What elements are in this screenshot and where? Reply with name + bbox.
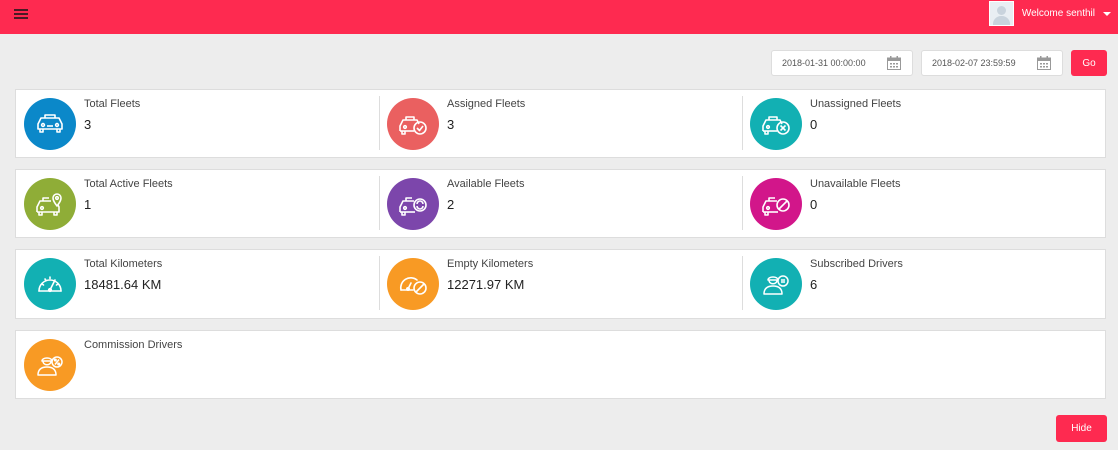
fleet-availability-panel: Total Active Fleets 1 Available Fleets 2… <box>15 169 1106 238</box>
driver-commission-icon <box>37 356 63 376</box>
commission-drivers-circle <box>24 339 76 391</box>
assigned-fleets-label: Assigned Fleets <box>447 98 526 110</box>
stat-total-kilometers: Total Kilometers 18481.64 KM <box>16 250 379 318</box>
stat-available-fleets: Available Fleets 2 <box>379 170 742 238</box>
total-fleets-label: Total Fleets <box>84 98 141 110</box>
unavailable-fleets-circle <box>750 178 802 230</box>
total-active-fleets-label: Total Active Fleets <box>84 178 173 190</box>
car-x-icon <box>762 116 790 135</box>
stat-assigned-fleets: Assigned Fleets 3 <box>379 90 742 158</box>
calendar-icon[interactable] <box>886 55 902 71</box>
commission-drivers-label: Commission Drivers <box>84 339 183 351</box>
speedometer-icon <box>38 276 62 293</box>
stat-subscribed-drivers: Subscribed Drivers 6 <box>742 250 1105 318</box>
total-active-fleets-circle <box>24 178 76 230</box>
hide-button[interactable]: Hide <box>1056 415 1107 442</box>
avatar[interactable] <box>988 1 1014 26</box>
start-date-input[interactable]: 2018-01-31 00:00:00 <box>771 50 913 76</box>
stat-unassigned-fleets: Unassigned Fleets 0 <box>742 90 1105 158</box>
car-check-icon <box>399 116 427 135</box>
stat-total-active-fleets: Total Active Fleets 1 <box>16 170 379 238</box>
subscribed-drivers-circle <box>750 258 802 310</box>
total-kilometers-circle <box>24 258 76 310</box>
unavailable-fleets-value: 0 <box>810 197 818 212</box>
stat-total-fleets: Total Fleets 3 <box>16 90 379 158</box>
empty-kilometers-value: 12271.97 KM <box>447 277 525 292</box>
total-active-fleets-value: 1 <box>84 197 92 212</box>
fleet-status-panel: Total Fleets 3 Assigned Fleets 3 Unassig… <box>15 89 1106 158</box>
kilometers-drivers-panel: Total Kilometers 18481.64 KM Empty Kilom… <box>15 249 1106 319</box>
empty-kilometers-label: Empty Kilometers <box>447 258 534 270</box>
unavailable-fleets-label: Unavailable Fleets <box>810 178 901 190</box>
assigned-fleets-value: 3 <box>447 117 455 132</box>
go-button[interactable]: Go <box>1071 50 1107 76</box>
total-fleets-value: 3 <box>84 117 92 132</box>
commission-panel: Commission Drivers <box>15 330 1106 399</box>
menu-icon[interactable] <box>14 9 28 21</box>
top-bar: Welcome senthil <box>0 0 1118 34</box>
stat-unavailable-fleets: Unavailable Fleets 0 <box>742 170 1105 238</box>
unassigned-fleets-label: Unassigned Fleets <box>810 98 902 110</box>
unassigned-fleets-value: 0 <box>810 117 818 132</box>
stat-commission-drivers: Commission Drivers <box>16 331 379 399</box>
unassigned-fleets-circle <box>750 98 802 150</box>
car-location-icon <box>36 193 62 216</box>
total-fleets-circle <box>24 98 76 150</box>
total-kilometers-value: 18481.64 KM <box>84 277 162 292</box>
stat-empty-kilometers: Empty Kilometers 12271.97 KM <box>379 250 742 318</box>
assigned-fleets-circle <box>387 98 439 150</box>
welcome-text[interactable]: Welcome senthil <box>1022 8 1095 19</box>
caret-down-icon[interactable] <box>1103 11 1111 16</box>
driver-subscription-icon <box>763 275 789 295</box>
start-date-value[interactable]: 2018-01-31 00:00:00 <box>782 58 886 68</box>
empty-kilometers-circle <box>387 258 439 310</box>
available-fleets-value: 2 <box>447 197 455 212</box>
calendar-icon[interactable] <box>1036 55 1052 71</box>
available-fleets-label: Available Fleets <box>447 178 525 190</box>
speedometer-blocked-icon <box>399 277 427 295</box>
total-kilometers-label: Total Kilometers <box>84 258 163 270</box>
car-icon <box>37 114 63 133</box>
subscribed-drivers-value: 6 <box>810 277 818 292</box>
user-menu[interactable]: Welcome senthil <box>988 0 1118 27</box>
car-refresh-icon <box>399 197 427 216</box>
subscribed-drivers-label: Subscribed Drivers <box>810 258 903 270</box>
end-date-input[interactable]: 2018-02-07 23:59:59 <box>921 50 1063 76</box>
end-date-value[interactable]: 2018-02-07 23:59:59 <box>932 58 1036 68</box>
available-fleets-circle <box>387 178 439 230</box>
car-blocked-icon <box>762 197 790 216</box>
